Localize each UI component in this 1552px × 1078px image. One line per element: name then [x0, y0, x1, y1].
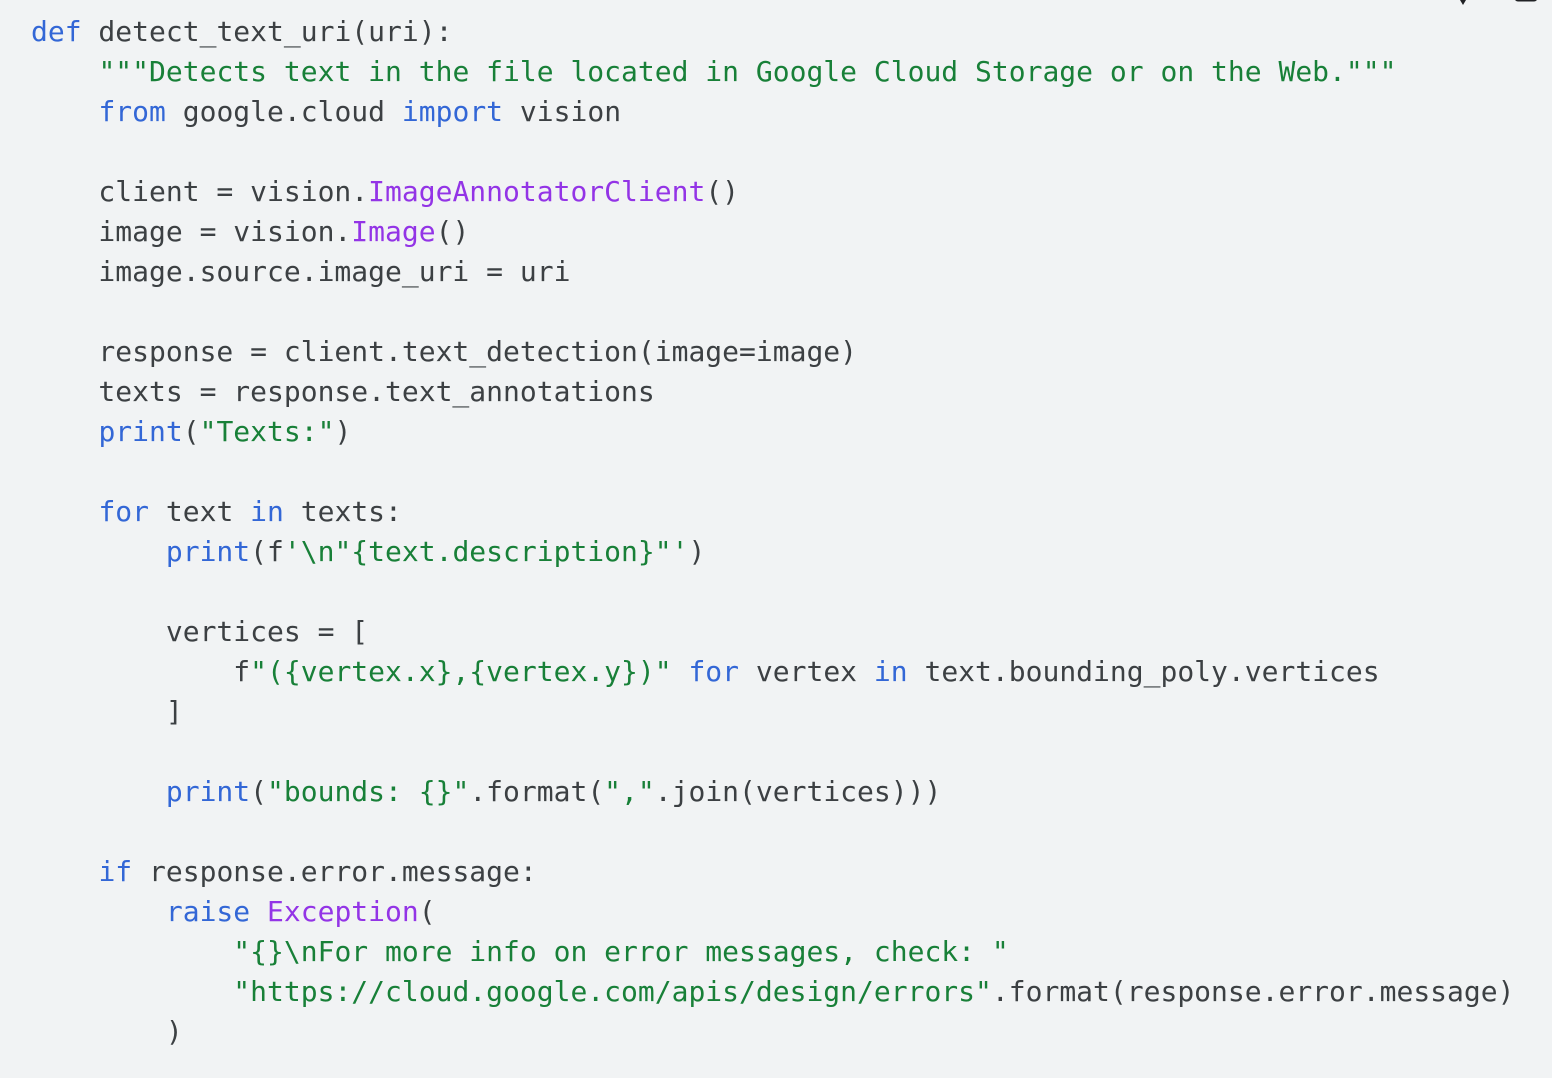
code-token-string: '\n"{text.description}"'	[283, 535, 689, 568]
code-token-plain: )	[31, 1015, 183, 1048]
code-token-plain: client = vision.	[31, 175, 369, 208]
code-token-plain: texts:	[283, 495, 402, 528]
code-line: for text in texts:	[31, 492, 1514, 532]
code-token-plain: .join(vertices)))	[654, 775, 942, 808]
code-token-string: "{}\nFor more info on error messages, ch…	[233, 935, 1009, 968]
code-token-string: "https://cloud.google.com/apis/design/er…	[233, 975, 992, 1008]
code-line: """Detects text in the file located in G…	[31, 52, 1514, 92]
copy-icon[interactable]	[1512, 0, 1546, 14]
code-token-plain: text.bounding_poly.vertices	[907, 655, 1380, 688]
code-token-plain: (	[418, 895, 436, 928]
code-token-plain: image.source.image_uri = uri	[31, 255, 571, 288]
code-token-plain: (f	[250, 535, 284, 568]
code-token-plain: texts = response.text_annotations	[31, 375, 655, 408]
code-token-keyword: if	[98, 855, 133, 888]
code-token-plain: ]	[31, 695, 183, 728]
code-line: print("bounds: {}".format(",".join(verti…	[31, 772, 1514, 812]
code-token-builtin: print	[165, 775, 251, 808]
code-token-keyword: def	[31, 15, 82, 48]
code-token-string: "bounds: {}"	[267, 775, 470, 808]
code-line: vertices = [	[31, 612, 1514, 652]
code-token-plain: (	[182, 415, 200, 448]
code-token-keyword: in	[250, 495, 284, 528]
code-token-string: """Detects text in the file located in G…	[98, 55, 1397, 88]
code-line: )	[31, 1012, 1514, 1052]
code-line: response = client.text_detection(image=i…	[31, 332, 1514, 372]
code-token-keyword: raise	[165, 895, 251, 928]
code-token-string: "Texts:"	[199, 415, 335, 448]
code-line: f"({vertex.x},{vertex.y})" for vertex in…	[31, 652, 1514, 692]
code-line: print(f'\n"{text.description}"')	[31, 532, 1514, 572]
code-sample: def detect_text_uri(uri): """Detects tex…	[0, 0, 1552, 1078]
code-token-plain: vertices = [	[31, 615, 369, 648]
code-token-keyword: in	[873, 655, 908, 688]
code-token-plain: response.error.message:	[132, 855, 537, 888]
code-token-plain: response = client.text_detection(image=i…	[31, 335, 858, 368]
code-line: raise Exception(	[31, 892, 1514, 932]
code-token-plain: ()	[435, 215, 470, 248]
code-token-plain: google.cloud	[165, 95, 402, 128]
code-line: image.source.image_uri = uri	[31, 252, 1514, 292]
code-content: def detect_text_uri(uri): """Detects tex…	[31, 12, 1514, 1052]
code-line: if response.error.message:	[31, 852, 1514, 892]
code-token-plain: text	[149, 495, 251, 528]
code-token-keyword: from	[98, 95, 166, 128]
code-token-plain: )	[688, 535, 706, 568]
code-line: client = vision.ImageAnnotatorClient()	[31, 172, 1514, 212]
code-token-plain: (	[250, 775, 268, 808]
code-token-string: ","	[604, 775, 655, 808]
code-token-keyword: import	[401, 95, 504, 128]
code-token-plain: image = vision.	[31, 215, 352, 248]
code-token-keyword: for	[98, 495, 150, 528]
code-token-plain: .format(response.error.message)	[991, 975, 1515, 1008]
code-line: "{}\nFor more info on error messages, ch…	[31, 932, 1514, 972]
code-line: "https://cloud.google.com/apis/design/er…	[31, 972, 1514, 1012]
code-token-builtin: print	[98, 415, 183, 448]
code-token-keyword: for	[688, 655, 740, 688]
code-token-plain: vertex	[739, 655, 874, 688]
code-token-plain: f	[31, 655, 251, 688]
code-token-class: Image	[351, 215, 436, 248]
code-token-plain: detect_text_uri(uri):	[81, 15, 453, 48]
code-line: ]	[31, 692, 1514, 732]
code-line: def detect_text_uri(uri):	[31, 12, 1514, 52]
code-token-plain: .format(	[469, 775, 605, 808]
code-line: texts = response.text_annotations	[31, 372, 1514, 412]
code-line: print("Texts:")	[31, 412, 1514, 452]
code-token-class: ImageAnnotatorClient	[368, 175, 706, 208]
code-line: from google.cloud import vision	[31, 92, 1514, 132]
code-token-class: Exception	[267, 895, 419, 928]
code-line: image = vision.Image()	[31, 212, 1514, 252]
code-token-string: "({vertex.x},{vertex.y})"	[250, 655, 672, 688]
code-token-builtin: print	[165, 535, 251, 568]
code-token-plain: vision	[503, 95, 622, 128]
code-token-plain: ()	[705, 175, 740, 208]
code-token-plain: )	[334, 415, 352, 448]
